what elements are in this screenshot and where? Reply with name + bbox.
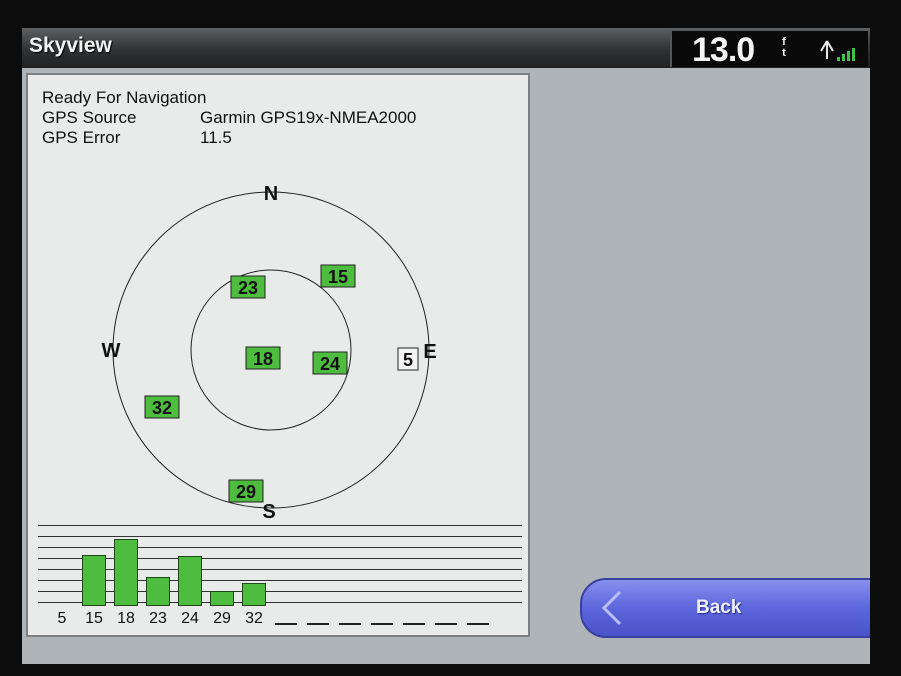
compass-e: E	[423, 341, 436, 363]
gps-source-label: GPS Source	[42, 108, 137, 127]
signal-gridline	[38, 580, 522, 581]
satellite-marker: 24	[312, 351, 348, 375]
signal-strength-chart: 5 15 18 23 24 29 32	[38, 525, 522, 629]
compass-n: N	[264, 183, 278, 205]
depth-unit-bottom: t	[782, 47, 786, 59]
sky-plot: N S W E 23 15 18 24 5 32 29	[102, 183, 437, 523]
back-button-label: Back	[696, 597, 742, 618]
satellite-marker-unlocked: 5	[397, 347, 419, 371]
signal-bar-label: 5	[57, 610, 67, 627]
empty-channel-dash	[339, 623, 361, 625]
skyview-panel: Ready For Navigation GPS Source Garmin G…	[26, 73, 530, 637]
signal-bar-label: 24	[181, 610, 199, 627]
signal-gridline	[38, 558, 522, 559]
satellite-marker: 15	[320, 264, 356, 288]
signal-bar	[242, 583, 266, 606]
satellite-marker: 23	[230, 275, 266, 299]
svg-text:29: 29	[236, 482, 256, 502]
signal-bar	[178, 556, 202, 606]
gps-source-value: Garmin GPS19x-NMEA2000	[200, 108, 417, 127]
satellite-marker: 32	[144, 395, 180, 419]
gps-error-value: 11.5	[200, 128, 232, 147]
gps-signal-icon	[820, 40, 855, 61]
gps-error-label: GPS Error	[42, 128, 121, 147]
back-arrow-icon	[601, 590, 622, 626]
signal-bar-label: 29	[213, 610, 231, 627]
svg-text:32: 32	[152, 398, 172, 418]
signal-bar-label: 23	[149, 610, 167, 627]
svg-text:23: 23	[238, 278, 258, 298]
signal-bar	[146, 577, 170, 606]
signal-gridline	[38, 547, 522, 548]
screen: Skyview 13.0 f t Ready For Navigation GP…	[22, 28, 870, 664]
svg-text:24: 24	[320, 354, 340, 374]
title-bar: Skyview 13.0 f t	[22, 28, 870, 69]
signal-bar-label: 32	[245, 610, 263, 627]
status-text: Ready For Navigation	[42, 88, 207, 107]
page-title: Skyview	[29, 34, 112, 57]
signal-bar	[82, 555, 106, 606]
empty-channel-dash	[467, 623, 489, 625]
signal-bar	[210, 591, 234, 606]
empty-channel-dash	[371, 623, 393, 625]
svg-text:18: 18	[253, 349, 273, 369]
svg-text:5: 5	[403, 350, 413, 370]
satellite-marker: 18	[245, 346, 281, 370]
compass-s: S	[262, 501, 275, 523]
satellite-marker: 29	[228, 479, 264, 503]
depth-value: 13.0	[692, 31, 755, 69]
depth-readout: 13.0 f t	[670, 31, 868, 69]
empty-channel-dash	[403, 623, 425, 625]
signal-gridline	[38, 536, 522, 537]
signal-bar-label: 18	[117, 610, 135, 627]
signal-bar	[114, 539, 138, 606]
empty-channel-dash	[275, 623, 297, 625]
signal-gridline	[38, 602, 522, 603]
signal-gridline	[38, 591, 522, 592]
empty-channel-dash	[307, 623, 329, 625]
compass-w: W	[102, 340, 121, 362]
signal-gridline	[38, 525, 522, 526]
back-button[interactable]: Back	[580, 578, 870, 638]
depth-unit: f t	[780, 37, 788, 59]
signal-gridline	[38, 569, 522, 570]
empty-channel-dash	[435, 623, 457, 625]
svg-text:15: 15	[328, 267, 348, 287]
signal-bar-label: 15	[85, 610, 103, 627]
